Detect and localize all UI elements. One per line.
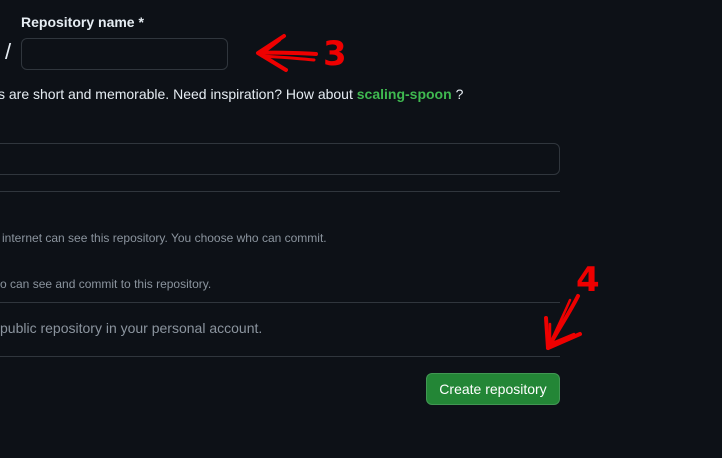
divider	[0, 356, 560, 357]
annotation-arrow-3	[256, 34, 318, 72]
annotation-step-3: 3	[323, 34, 347, 74]
divider	[0, 191, 560, 192]
suggestion-link[interactable]: scaling-spoon	[357, 86, 452, 102]
hint-suffix: ?	[455, 86, 464, 102]
annotation-arrow-4	[544, 294, 582, 350]
private-option-description: o can see and commit to this repository.	[0, 277, 212, 291]
hint-text: s are short and memorable. Need inspirat…	[0, 86, 353, 102]
public-option-description: internet can see this repository. You ch…	[2, 231, 327, 245]
owner-separator: /	[5, 39, 12, 64]
repo-name-label: Repository name *	[21, 14, 144, 30]
description-input[interactable]	[0, 143, 560, 175]
create-repository-button[interactable]: Create repository	[426, 373, 560, 405]
repo-name-input[interactable]	[21, 38, 228, 70]
divider	[0, 302, 560, 303]
visibility-info: public repository in your personal accou…	[0, 320, 263, 336]
name-hint: s are short and memorable. Need inspirat…	[0, 86, 463, 102]
